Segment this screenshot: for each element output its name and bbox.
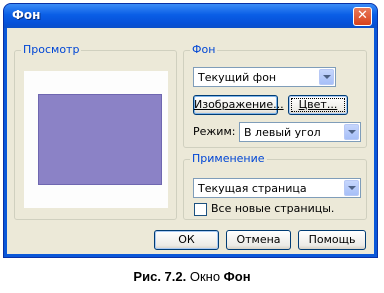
mode-select-value: В левый угол [244, 126, 321, 139]
ok-button-label: ОК [178, 233, 195, 246]
caption-number: Рис. 7.2. [133, 269, 187, 284]
close-button[interactable]: ✕ [353, 7, 372, 26]
cancel-button[interactable]: Отмена [226, 230, 291, 250]
help-button-label: Помощь [308, 233, 356, 246]
mode-label: Режим: [193, 125, 236, 138]
all-new-pages-label: Все новые страницы. [211, 202, 335, 215]
apply-legend: Применение [190, 152, 267, 165]
chevron-down-icon[interactable] [344, 180, 359, 196]
cancel-button-label: Отмена [236, 233, 281, 246]
all-new-pages-checkbox[interactable] [194, 203, 207, 216]
dialog-window: Фон ✕ Просмотр Фон Текущий фон Изображен… [4, 4, 377, 257]
ok-button[interactable]: ОК [154, 230, 219, 250]
color-button[interactable]: Цвет... [288, 95, 348, 115]
image-button-label: Изображение... [194, 98, 284, 111]
mode-select[interactable]: В левый угол [239, 122, 361, 142]
background-select-value: Текущий фон [198, 71, 277, 84]
caption-window-name: Фон [223, 269, 251, 284]
preview-area [24, 71, 168, 208]
help-button[interactable]: Помощь [298, 230, 366, 250]
close-icon: ✕ [357, 8, 368, 23]
apply-select[interactable]: Текущая страница [193, 178, 361, 198]
chevron-down-icon[interactable] [344, 124, 359, 140]
color-button-label: Цвет... [298, 98, 338, 111]
background-legend: Фон [190, 43, 218, 56]
background-group: Фон Текущий фон Изображение... Цвет... Р… [183, 43, 367, 148]
preview-group: Просмотр [14, 43, 177, 220]
apply-group: Применение Текущая страница Все новые ст… [183, 152, 367, 220]
title-bar[interactable]: Фон ✕ [4, 4, 377, 28]
figure-caption: Рис. 7.2. Окно Фон [0, 269, 384, 284]
background-select[interactable]: Текущий фон [193, 67, 336, 87]
image-button[interactable]: Изображение... [193, 95, 284, 115]
apply-select-value: Текущая страница [198, 182, 307, 195]
preview-background-swatch [38, 94, 162, 185]
caption-middle: Окно [186, 269, 224, 284]
chevron-down-icon[interactable] [319, 69, 334, 85]
preview-legend: Просмотр [21, 43, 82, 56]
window-title: Фон [12, 8, 41, 22]
dialog-body: Просмотр Фон Текущий фон Изображение... … [7, 28, 374, 254]
